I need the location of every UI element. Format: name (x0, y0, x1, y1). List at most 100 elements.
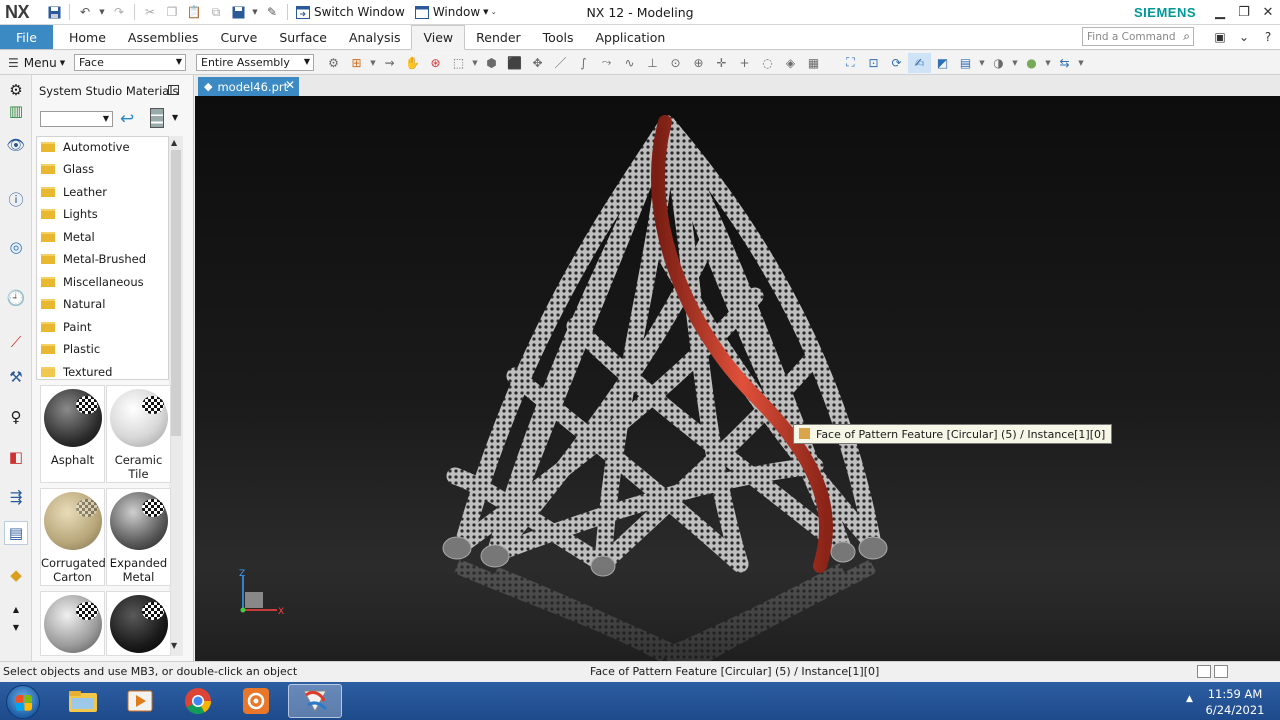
folder-glass[interactable]: Glass (41, 159, 94, 179)
visual-reporting-icon[interactable]: ◆ (4, 563, 28, 587)
view-mode-icon[interactable] (150, 108, 164, 128)
rotate-view-icon[interactable]: ⟳ (885, 53, 908, 73)
arc-snap-icon[interactable]: ◌ (756, 53, 779, 73)
scroll-up-icon[interactable]: ▲ (171, 138, 177, 147)
panel-scrollbar[interactable]: ▲ ▼ (169, 136, 183, 656)
tangent-snap-icon[interactable]: ⤳ (595, 53, 618, 73)
taskbar-recorder[interactable] (229, 684, 283, 718)
center-snap-icon[interactable]: ⊙ (664, 53, 687, 73)
tab-view[interactable]: View (411, 25, 466, 50)
folder-textured[interactable]: Textured (41, 362, 112, 382)
redo-icon[interactable]: ↷ (110, 3, 128, 21)
fit-view-icon[interactable]: ⛶ (839, 53, 862, 73)
view-mode-dropdown-icon[interactable]: ▼ (172, 113, 178, 122)
save-options-icon[interactable] (229, 3, 247, 21)
copy-icon[interactable]: ❐ (163, 3, 181, 21)
solid-body-icon[interactable]: ⬛ (503, 53, 526, 73)
constraint-navigator-icon[interactable]: 👁 (4, 133, 28, 157)
render-dropdown-icon[interactable]: ▼ (1010, 53, 1020, 73)
taskbar-clock[interactable]: 11:59 AM 6/24/2021 (1202, 686, 1268, 718)
fullscreen-icon[interactable] (1214, 665, 1228, 678)
shaded-solid-icon[interactable]: ⬢ (480, 53, 503, 73)
scroll-down-icon[interactable]: ▼ (4, 615, 28, 639)
cut-icon[interactable]: ✂ (141, 3, 159, 21)
select-all-icon[interactable]: ⇝ (378, 53, 401, 73)
material-ceramic-tile[interactable]: Ceramic Tile (106, 385, 171, 483)
palette-icon[interactable]: ⟋ (4, 330, 28, 354)
snap-point-icon[interactable]: ⊞ (345, 53, 368, 73)
zoom-icon[interactable]: ⊡ (862, 53, 885, 73)
panel-pin-icon[interactable] (168, 85, 179, 95)
tab-home[interactable]: Home (58, 25, 117, 49)
type-filter-select[interactable]: Face ▼ (74, 54, 186, 71)
system-scenes-icon[interactable]: ▤ (4, 521, 28, 545)
folder-natural[interactable]: Natural (41, 294, 105, 314)
tab-render[interactable]: Render (465, 25, 532, 49)
edit-object-display-icon[interactable]: ● (1020, 53, 1043, 73)
perspective-icon[interactable]: ◩ (931, 53, 954, 73)
scope-filter-select[interactable]: Entire Assembly ▼ (196, 54, 314, 71)
save-icon[interactable] (45, 3, 63, 21)
taskbar-explorer[interactable] (56, 684, 110, 718)
process-studio-icon[interactable]: ⚒ (4, 365, 28, 389)
repeat-command-icon[interactable]: ✎ (263, 3, 281, 21)
document-tab[interactable]: ◆ model46.prt ✕ (198, 77, 299, 96)
tab-curve[interactable]: Curve (209, 25, 268, 49)
ribbon-collapse-icon[interactable]: ⌄ (1232, 26, 1256, 48)
select-feature-icon[interactable]: ✋ (401, 53, 424, 73)
material-thumbnail[interactable] (40, 591, 105, 656)
start-button[interactable] (6, 685, 40, 719)
point-snap-icon[interactable]: ✛ (710, 53, 733, 73)
window-menu-button[interactable]: Window ▼ ⌄ (414, 5, 497, 19)
folder-leather[interactable]: Leather (41, 182, 107, 202)
show-hide-dropdown-icon[interactable]: ▼ (1076, 53, 1086, 73)
help-icon[interactable]: ? (1256, 26, 1280, 48)
close-icon[interactable]: ✕ (1256, 0, 1280, 25)
pan-view-icon[interactable]: ✍ (908, 52, 931, 73)
face-snap-icon[interactable]: ◈ (779, 53, 802, 73)
material-expanded-metal[interactable]: Expanded Metal (106, 488, 171, 586)
graphics-window[interactable]: Face of Pattern Feature [Circular] (5) /… (195, 96, 1280, 661)
assembly-navigator-icon[interactable]: ▥ (4, 99, 28, 123)
rectangle-select-icon[interactable]: ⬚ (447, 53, 470, 73)
history-icon[interactable]: 🕘 (4, 286, 28, 310)
folder-metal-brushed[interactable]: Metal-Brushed (41, 249, 146, 269)
curve-snap-icon[interactable]: ∫ (572, 53, 595, 73)
folder-automotive[interactable]: Automotive (41, 137, 130, 157)
scrollbar-thumb[interactable] (171, 150, 181, 436)
line-snap-icon[interactable]: ／ (549, 53, 572, 73)
paste-special-icon[interactable]: ⧉ (207, 3, 225, 21)
spline-snap-icon[interactable]: ∿ (618, 53, 641, 73)
menu-button[interactable]: ☰ Menu ▼ (8, 56, 74, 70)
return-arrow-icon[interactable]: ↩ (120, 109, 134, 129)
switch-window-button[interactable]: Switch Window (296, 5, 405, 19)
undo-icon[interactable]: ↶ (76, 3, 94, 21)
rectangle-dropdown-icon[interactable]: ▼ (470, 53, 480, 73)
show-hidden-icons[interactable]: ▲ (1186, 694, 1193, 704)
orient-view-icon[interactable]: ▤ (954, 53, 977, 73)
move-handle-icon[interactable]: ✥ (526, 53, 549, 73)
folder-paint[interactable]: Paint (41, 317, 91, 337)
find-command-input[interactable]: Find a Command ⌕ (1082, 27, 1194, 46)
select-feature-face-icon[interactable]: ⊛ (424, 53, 447, 73)
taskbar-chrome[interactable] (171, 684, 225, 718)
taskbar-media-player[interactable] (113, 684, 167, 718)
material-corrugated-carton[interactable]: Corrugated Carton (40, 488, 106, 586)
material-thumbnail[interactable] (106, 591, 171, 656)
folder-plastic[interactable]: Plastic (41, 339, 100, 359)
restore-icon[interactable]: ❐ (1232, 0, 1256, 25)
tab-surface[interactable]: Surface (268, 25, 338, 49)
render-style-icon[interactable]: ◑ (987, 53, 1010, 73)
system-materials-icon[interactable]: ⇶ (4, 485, 28, 509)
folder-miscellaneous[interactable]: Miscellaneous (41, 272, 144, 292)
manufacturing-wizard-icon[interactable]: ♀ (4, 405, 28, 429)
part-navigator-icon[interactable]: ⓘ (4, 187, 28, 211)
ribbon-options-icon[interactable]: ▣ (1208, 26, 1232, 48)
tab-assemblies[interactable]: Assemblies (117, 25, 210, 49)
paste-icon[interactable]: 📋 (185, 3, 203, 21)
filter-reset-icon[interactable]: ⚙ (322, 53, 345, 73)
materials-filter-select[interactable]: ▼ (40, 111, 113, 127)
orient-dropdown-icon[interactable]: ▼ (977, 53, 987, 73)
bounded-grid-icon[interactable]: ▦ (802, 53, 825, 73)
snap-dropdown-icon[interactable]: ▼ (368, 53, 378, 73)
